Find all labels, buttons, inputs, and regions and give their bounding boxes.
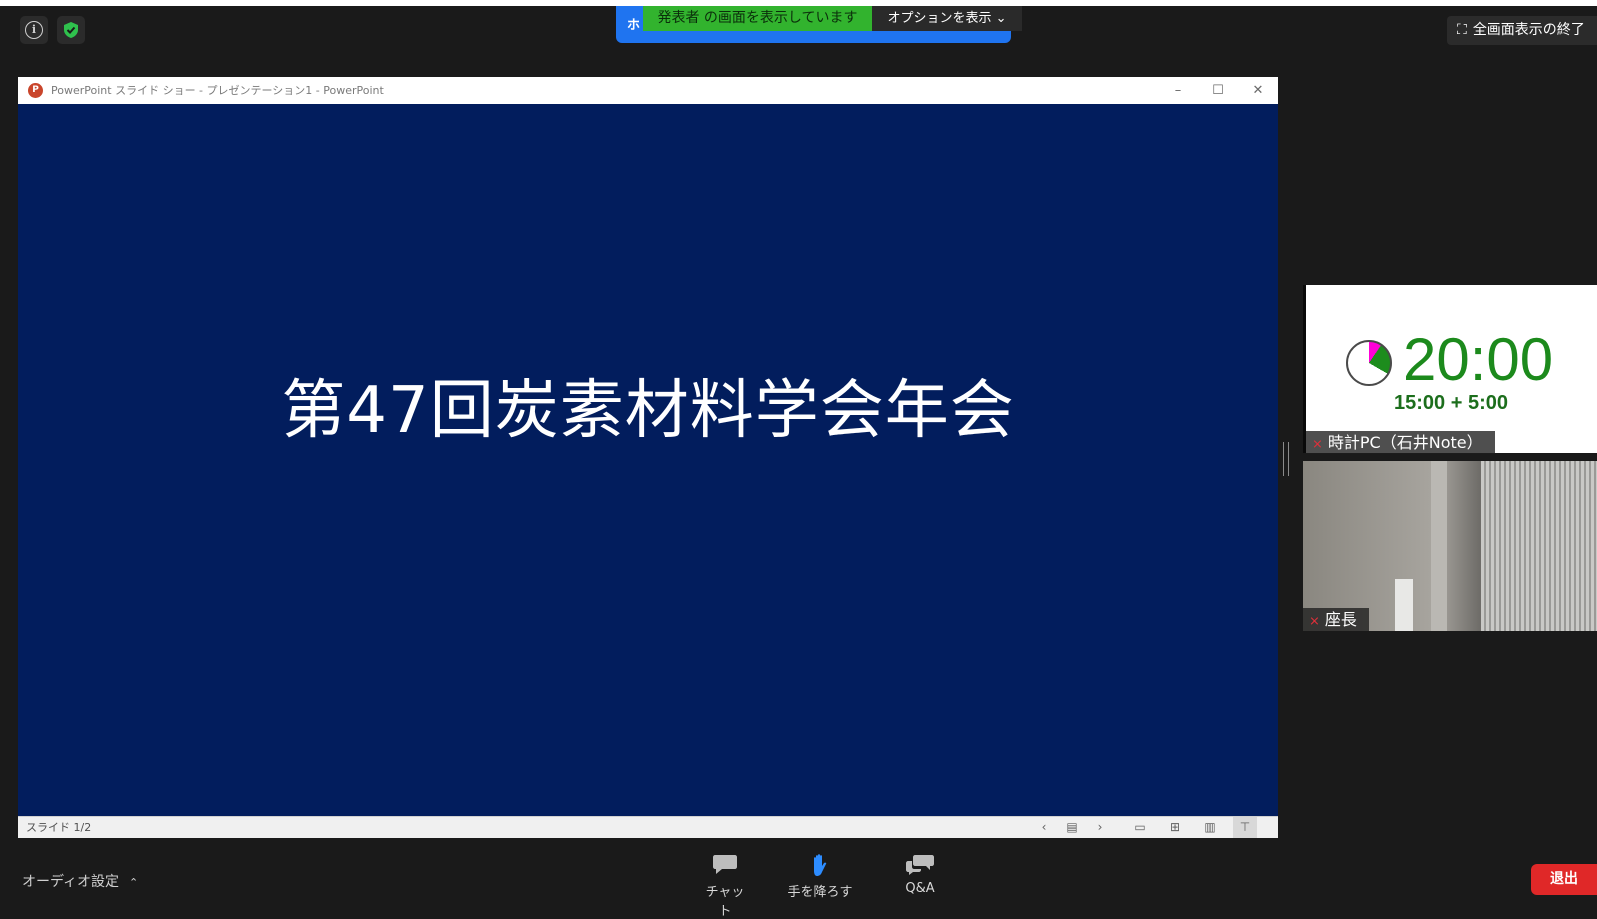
chat-button[interactable]: チャット — [700, 853, 750, 919]
muted-mic-icon: ⨯ — [1312, 437, 1323, 452]
audio-settings-button[interactable]: オーディオ設定 ⌃ — [22, 871, 138, 891]
slide-sorter-icon[interactable]: ⊞ — [1163, 817, 1187, 838]
previous-slide-icon[interactable]: ‹ — [1032, 817, 1056, 838]
lower-hand-button[interactable]: 手を降ろす — [785, 853, 855, 900]
exit-fullscreen-icon: ⛶ — [1457, 22, 1467, 38]
share-banner-host-label: ホ — [627, 18, 641, 33]
chevron-up-icon: ⌃ — [129, 876, 139, 889]
participant-name-timer: 時計PC（石井Note） — [1327, 433, 1483, 452]
maximize-button[interactable]: ☐ — [1198, 77, 1238, 104]
slide-menu-icon[interactable]: ▤ — [1060, 817, 1084, 838]
minimize-button[interactable]: – — [1158, 77, 1198, 104]
qa-label: Q&A — [905, 881, 935, 896]
video-pipe — [1431, 461, 1447, 631]
timer-display: 20:00 — [1403, 326, 1554, 393]
participant-tile-chair[interactable] — [1303, 461, 1597, 631]
slide-counter: スライド 1/2 — [26, 821, 92, 834]
muted-mic-icon: ⨯ — [1309, 614, 1320, 629]
normal-view-icon[interactable]: ▭ — [1128, 817, 1152, 838]
audio-settings-label: オーディオ設定 — [22, 874, 120, 890]
ppt-titlebar: P PowerPoint スライド ショー - プレゼンテーション1 - Pow… — [18, 77, 1278, 104]
close-button[interactable]: ✕ — [1238, 77, 1278, 104]
raised-hand-icon — [785, 853, 855, 881]
exit-fullscreen-label: 全画面表示の終了 — [1472, 22, 1585, 38]
zoom-window: i ホ 発表者 の画面を表示しています オプションを表示 ⌄ ⛶ 全画面表示の終了… — [0, 0, 1597, 919]
timer-breakdown: 15:00 + 5:00 — [1394, 392, 1508, 414]
next-slide-icon[interactable]: › — [1088, 817, 1112, 838]
qa-button[interactable]: Q&A — [898, 853, 942, 896]
participant-name-tag: ⨯ 座長 — [1303, 608, 1369, 631]
video-window-blinds — [1481, 461, 1597, 631]
exit-fullscreen-button[interactable]: ⛶ 全画面表示の終了 — [1447, 16, 1597, 45]
participant-name-chair: 座長 — [1324, 610, 1357, 629]
qa-icon — [898, 853, 942, 881]
security-button[interactable] — [57, 16, 85, 44]
participant-tile-timer[interactable]: 20:00 15:00 + 5:00 — [1306, 285, 1597, 453]
meeting-info-button[interactable]: i — [20, 16, 48, 44]
info-icon: i — [25, 21, 43, 39]
ppt-window-title: PowerPoint スライド ショー - プレゼンテーション1 - Power… — [51, 84, 384, 97]
chat-label: チャット — [705, 885, 745, 919]
clock-icon — [1346, 340, 1392, 386]
view-options-button[interactable]: オプションを表示 ⌄ — [872, 6, 1022, 31]
video-wall-box — [1395, 579, 1413, 631]
shared-powerpoint-window: P PowerPoint スライド ショー - プレゼンテーション1 - Pow… — [18, 77, 1278, 838]
powerpoint-logo-icon: P — [28, 83, 43, 98]
shield-check-icon — [64, 22, 78, 38]
chat-bubble-icon — [700, 853, 750, 881]
ppt-status-bar: スライド 1/2 ‹ ▤ › ▭ ⊞ ▥ ⊤ — [18, 816, 1278, 838]
slide-canvas[interactable]: 第47回炭素材料学会年会 — [18, 104, 1278, 816]
slideshow-view-icon[interactable]: ⊤ — [1233, 817, 1257, 838]
participant-name-tag: ⨯ 時計PC（石井Note） — [1306, 431, 1495, 454]
lower-hand-label: 手を降ろす — [787, 885, 853, 900]
viewing-screen-label: 発表者 の画面を表示しています — [643, 6, 872, 31]
leave-button[interactable]: 退出 — [1531, 864, 1597, 895]
slide-title: 第47回炭素材料学会年会 — [281, 374, 1015, 448]
panel-splitter-handle[interactable] — [1283, 442, 1289, 476]
reading-view-icon[interactable]: ▥ — [1198, 817, 1222, 838]
